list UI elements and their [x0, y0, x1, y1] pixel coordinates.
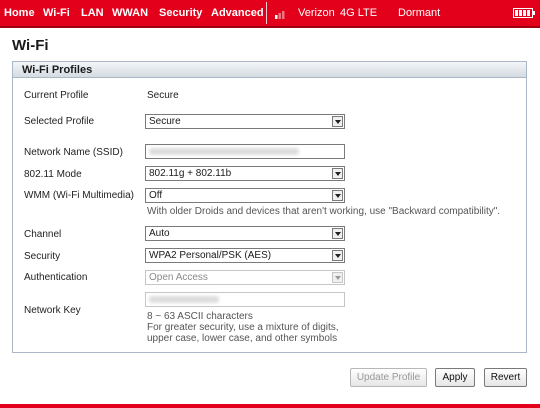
authentication-value: Open Access	[149, 272, 208, 283]
selected-profile-select[interactable]: Secure	[145, 114, 345, 129]
network-key-hint-1: 8 ~ 63 ASCII characters	[147, 311, 253, 322]
chevron-down-icon	[332, 190, 343, 201]
chevron-down-icon	[332, 116, 343, 127]
network-key-label: Network Key	[24, 305, 81, 316]
battery-icon	[513, 8, 535, 18]
panel-title: Wi-Fi Profiles	[13, 62, 526, 78]
nav-lan[interactable]: LAN	[81, 0, 104, 26]
selected-profile-label: Selected Profile	[24, 116, 95, 127]
wmm-hint: With older Droids and devices that aren'…	[147, 206, 501, 217]
network-key-input[interactable]	[145, 292, 345, 307]
chevron-down-icon	[332, 250, 343, 261]
channel-label: Channel	[24, 229, 62, 240]
channel-value: Auto	[149, 228, 170, 239]
nav-advanced[interactable]: Advanced	[211, 0, 264, 26]
revert-button[interactable]: Revert	[484, 368, 527, 387]
bottom-accent-line	[0, 404, 540, 408]
nav-wwan[interactable]: WWAN	[112, 0, 148, 26]
chevron-down-icon	[332, 168, 343, 179]
wmm-select[interactable]: Off	[145, 188, 345, 203]
channel-select[interactable]: Auto	[145, 226, 345, 241]
nav-wifi[interactable]: Wi-Fi	[43, 0, 70, 26]
nav-security[interactable]: Security	[159, 0, 202, 26]
apply-button[interactable]: Apply	[435, 368, 475, 387]
mode-select[interactable]: 802.11g + 802.11b	[145, 166, 345, 181]
network-key-hint-2: For greater security, use a mixture of d…	[147, 322, 339, 333]
chevron-down-icon	[332, 228, 343, 239]
mode-value: 802.11g + 802.11b	[149, 168, 232, 179]
nav-separator	[266, 2, 267, 24]
current-profile-value: Secure	[147, 90, 179, 101]
update-profile-button[interactable]: Update Profile	[350, 368, 427, 387]
connection-status: Dormant	[398, 7, 441, 19]
security-value: WPA2 Personal/PSK (AES)	[149, 250, 272, 261]
ssid-redacted	[149, 148, 299, 155]
network-type: 4G LTE	[340, 7, 378, 19]
network-key-redacted	[149, 296, 219, 303]
mode-label: 802.11 Mode	[24, 169, 82, 180]
authentication-label: Authentication	[24, 272, 88, 283]
current-profile-label: Current Profile	[24, 90, 89, 101]
wmm-value: Off	[149, 190, 163, 201]
chevron-down-icon	[332, 272, 343, 283]
selected-profile-value: Secure	[149, 116, 181, 127]
ssid-input[interactable]	[145, 144, 345, 159]
authentication-select: Open Access	[145, 270, 345, 285]
page-title: Wi-Fi	[12, 37, 49, 54]
wmm-label: WMM (Wi-Fi Multimedia)	[24, 190, 134, 201]
security-label: Security	[24, 251, 61, 262]
network-key-hint-3: upper case, lower case, and other symbol…	[147, 333, 338, 344]
carrier-name: Verizon	[298, 7, 335, 19]
security-select[interactable]: WPA2 Personal/PSK (AES)	[145, 248, 345, 263]
nav-home[interactable]: Home	[4, 0, 35, 26]
ssid-label: Network Name (SSID)	[24, 147, 123, 158]
signal-icon	[275, 11, 285, 19]
